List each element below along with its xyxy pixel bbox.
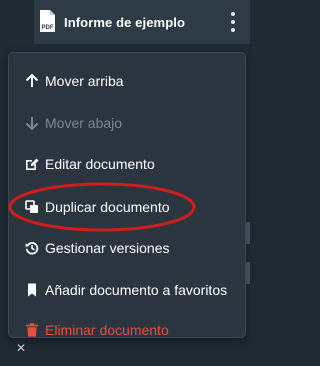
menu-item-duplicate-document[interactable]: Duplicar documento xyxy=(9,192,245,222)
menu-item-label: Gestionar versiones xyxy=(45,240,170,256)
menu-item-label: Eliminar documento xyxy=(45,322,169,338)
edit-icon xyxy=(26,158,39,170)
document-title: Informe de ejemplo xyxy=(64,15,185,30)
menu-item-manage-versions[interactable]: Gestionar versiones xyxy=(9,233,245,263)
app-stage: ✕ PDF Informe de ejemplo Mover arriba Mo… xyxy=(0,0,250,366)
duplicate-icon xyxy=(25,200,38,213)
pdf-file-icon: PDF xyxy=(40,10,55,32)
menu-item-label: Duplicar documento xyxy=(45,199,170,215)
menu-item-move-up[interactable]: Mover arriba xyxy=(9,66,245,96)
document-actions-menu: Mover arriba Mover abajo Editar document… xyxy=(8,52,246,338)
arrow-down-icon xyxy=(25,117,39,130)
menu-item-add-to-favorites[interactable]: Añadir documento a favoritos xyxy=(9,275,245,305)
svg-text:PDF: PDF xyxy=(42,25,54,31)
history-icon xyxy=(25,242,39,255)
bookmark-icon xyxy=(28,283,36,297)
document-row[interactable]: PDF Informe de ejemplo xyxy=(34,0,250,44)
menu-item-label: Editar documento xyxy=(45,156,155,172)
menu-item-label: Mover abajo xyxy=(45,115,123,131)
menu-item-move-down[interactable]: Mover abajo xyxy=(9,108,245,138)
trash-icon xyxy=(26,323,38,337)
menu-item-label: Añadir documento a favoritos xyxy=(45,282,228,298)
menu-item-delete-document[interactable]: Eliminar documento xyxy=(9,315,245,345)
arrow-up-icon xyxy=(25,74,39,87)
more-options-icon[interactable] xyxy=(230,12,236,32)
menu-item-label: Mover arriba xyxy=(45,73,124,89)
menu-item-edit-document[interactable]: Editar documento xyxy=(9,149,245,179)
